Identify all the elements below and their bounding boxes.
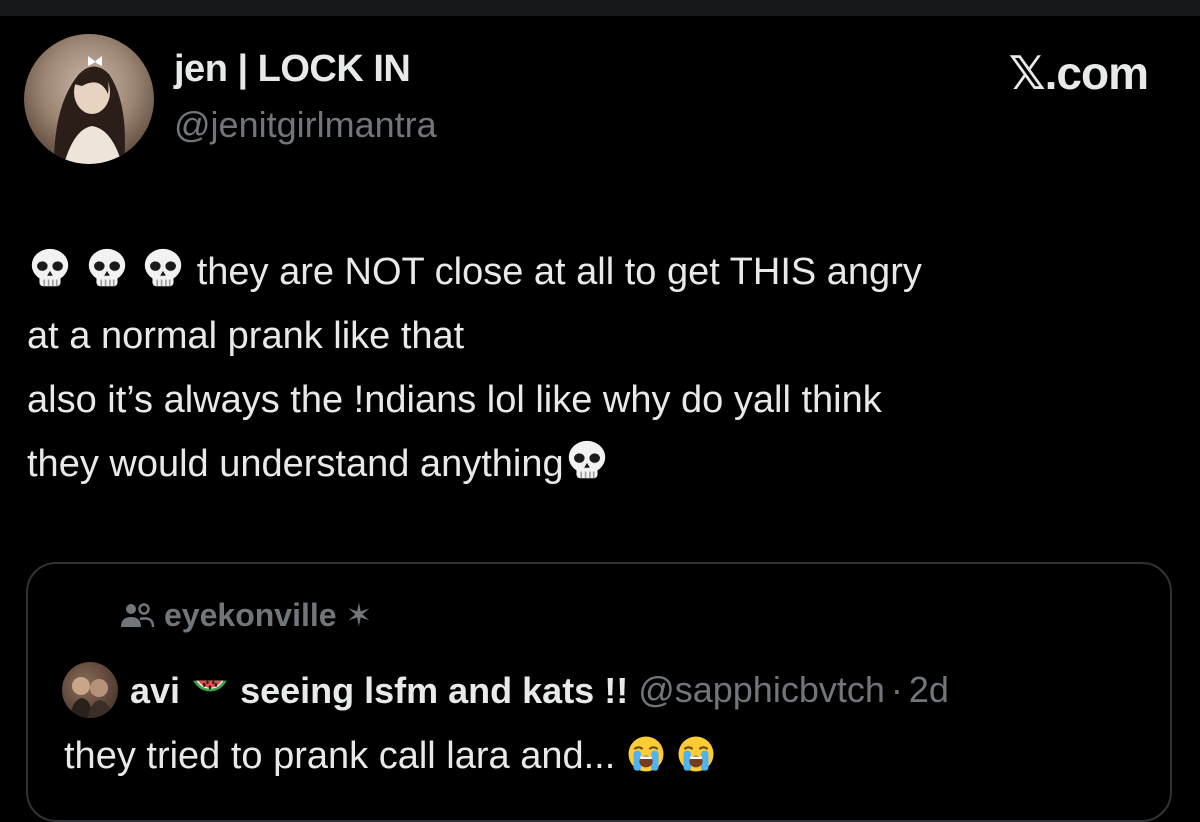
profile-photo-icon — [54, 56, 125, 164]
quoted-author-name-prefix: avi — [130, 669, 181, 711]
tweet-line-2: at a normal prank like that — [27, 315, 465, 357]
watermelon-emoji-icon — [190, 669, 230, 709]
quoted-tweet-header: avi seeing lsfm and kats !! @sapphicbvtc… — [62, 662, 949, 718]
tweet-line-4: they would understand anything — [27, 432, 1177, 496]
community-name: eyekonville ✶ — [164, 597, 373, 633]
skull-emoji-icon — [84, 246, 130, 292]
meta-separator: · — [890, 669, 903, 710]
quoted-author-avatar[interactable] — [62, 662, 118, 718]
tweet-line-4-text: they would understand anything — [27, 443, 564, 485]
community-label[interactable]: eyekonville ✶ — [118, 596, 372, 634]
tweet-body: they are NOT close at all to get THIS an… — [27, 240, 1177, 496]
tweet-line-3: also it’s always the !ndians lol like wh… — [27, 379, 882, 421]
skull-emoji-icon — [27, 246, 73, 292]
top-strip — [0, 0, 1200, 16]
quoted-author-name[interactable]: avi seeing lsfm and kats !! — [130, 669, 628, 712]
tweet-line-1: they are NOT close at all to get THIS an… — [27, 240, 1177, 304]
quoted-tweet-text: they tried to prank call lara and... — [64, 734, 716, 778]
profile-photo-icon — [70, 677, 112, 718]
author-display-name[interactable]: jen | LOCK IN — [174, 48, 411, 91]
author-handle[interactable]: @jenitgirlmantra — [174, 104, 437, 146]
quoted-author-handle[interactable]: @sapphicbvtch — [638, 669, 885, 711]
loudly-crying-face-emoji-icon — [676, 734, 716, 774]
quoted-author-name-suffix: seeing lsfm and kats !! — [240, 669, 629, 711]
author-avatar[interactable] — [24, 34, 154, 164]
quoted-timestamp[interactable]: 2d — [909, 669, 949, 711]
skull-emoji-icon — [564, 438, 610, 484]
skull-emoji-icon — [140, 246, 186, 292]
community-people-icon — [121, 603, 155, 628]
x-brand-logo: 𝕏.com — [1008, 47, 1149, 99]
quoted-tweet-text-content: they tried to prank call lara and... — [64, 735, 616, 777]
loudly-crying-face-emoji-icon — [626, 734, 666, 774]
tweet-line-1-text: they are NOT close at all to get THIS an… — [196, 251, 922, 293]
